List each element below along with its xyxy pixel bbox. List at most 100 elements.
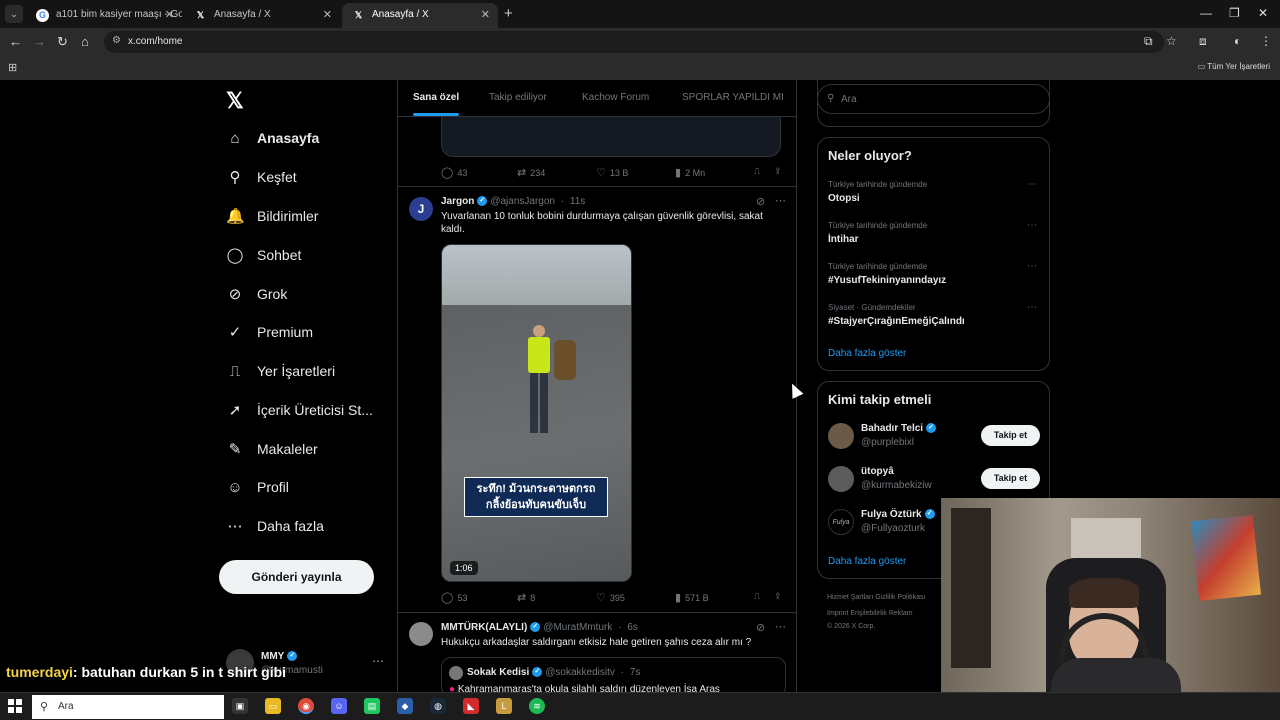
quoted-tweet[interactable]: Sokak Kedisi ✓ @sokakkedisitv · 7s ● Kahra… xyxy=(441,657,786,692)
apps-grid-icon[interactable]: ⊞ xyxy=(8,61,17,74)
tweet-media[interactable] xyxy=(441,117,781,157)
wtf-name[interactable]: Fulya Öztürk ✓ xyxy=(861,509,935,520)
vpn-icon[interactable]: ◆ xyxy=(397,698,413,714)
tab-search-button[interactable]: ⌄ xyxy=(5,5,23,23)
trend-item[interactable]: #YusufTekininyanındayız xyxy=(828,275,946,286)
minimize-icon[interactable]: — xyxy=(1200,6,1212,20)
file-explorer-icon[interactable]: ▭ xyxy=(265,698,281,714)
league-icon[interactable]: L xyxy=(496,698,512,714)
menu-icon[interactable]: ⋮ xyxy=(1260,34,1272,48)
profile-avatar-icon[interactable]: ◐ xyxy=(1234,34,1241,48)
close-tab-icon[interactable]: ✕ xyxy=(481,8,490,21)
task-view-icon[interactable]: ▣ xyxy=(232,698,248,714)
close-window-icon[interactable]: ✕ xyxy=(1258,6,1268,20)
tweet-video[interactable]: ระทึก! ม้วนกระดาษตกรถ กลิ้งย้อนทับคนขับเ… xyxy=(441,244,632,582)
more-dots-icon[interactable]: ⋯ xyxy=(1027,179,1037,190)
share-icon[interactable]: ⇪ xyxy=(774,591,782,602)
site-info-icon[interactable]: ⚙ xyxy=(112,35,121,46)
search-input[interactable]: ⚲ Ara xyxy=(817,84,1050,114)
nav-item-grok[interactable]: ⊘ Grok xyxy=(226,280,288,308)
avatar[interactable] xyxy=(828,466,854,492)
nav-item-more[interactable]: ⋯ Daha fazla xyxy=(226,512,324,540)
post-button[interactable]: Gönderi yayınla xyxy=(219,560,374,594)
address-bar[interactable]: ⚙ x.com/home xyxy=(104,31,1164,53)
nav-item-creator-studio[interactable]: ➚ İçerik Üreticisi St... xyxy=(226,396,373,424)
tab-kachow-forum[interactable]: Kachow Forum xyxy=(582,92,649,103)
nav-item-profile[interactable]: ☺ Profil xyxy=(226,473,289,501)
footer-links[interactable]: Imprint Erişilebilirlik Reklam xyxy=(827,610,913,617)
like-button[interactable]: ♡ 13 B xyxy=(596,166,628,179)
nav-item-explore[interactable]: ⚲ Keşfet xyxy=(226,163,297,191)
tab-following[interactable]: Takip ediliyor xyxy=(489,92,547,103)
retweet-icon: ⇄ xyxy=(517,167,527,179)
avatar[interactable] xyxy=(828,423,854,449)
follow-button[interactable]: Takip et xyxy=(981,468,1040,489)
more-dots-icon[interactable]: ⋯ xyxy=(775,620,786,633)
avatar[interactable]: Fulya xyxy=(828,509,854,535)
more-dots-icon[interactable]: ⋯ xyxy=(775,194,786,207)
tweet-author[interactable]: Jargon ✓ @ajansJargon · 11s xyxy=(441,196,585,207)
all-bookmarks-button[interactable]: ▭ Tüm Yer İşaretleri xyxy=(1198,62,1270,71)
bookmark-star-icon[interactable]: ☆ xyxy=(1166,34,1177,48)
retweet-button[interactable]: ⇄ 234 xyxy=(517,166,545,179)
bookmark-tweet-icon[interactable]: ⎍ xyxy=(754,166,760,177)
like-button[interactable]: ♡ 395 xyxy=(596,591,625,604)
grok-explain-icon[interactable]: ⊘ xyxy=(756,621,765,634)
close-tab-icon[interactable]: ✕ xyxy=(165,8,174,21)
nav-item-premium[interactable]: ✓ Premium xyxy=(226,318,313,346)
spotify-icon[interactable]: ≋ xyxy=(529,698,545,714)
more-dots-icon[interactable]: ⋯ xyxy=(372,654,384,668)
discord-icon[interactable]: ☺ xyxy=(331,698,347,714)
tab-sporlar[interactable]: SPORLAR YAPILDI MI xyxy=(682,92,784,103)
forward-icon[interactable]: → xyxy=(33,34,46,49)
more-dots-icon[interactable]: ⋯ xyxy=(1027,261,1037,272)
nav-item-articles[interactable]: ✎ Makaleler xyxy=(226,435,318,463)
trend-item[interactable]: #StajyerÇırağınEmeğiÇalındı xyxy=(828,316,965,327)
new-tab-icon[interactable]: + xyxy=(504,5,513,22)
trend-item[interactable]: Otopsi xyxy=(828,193,860,204)
grok-icon: ⊘ xyxy=(228,286,242,303)
x-logo-icon[interactable]: 𝕏 xyxy=(226,88,244,114)
trend-item[interactable]: İntihar xyxy=(828,234,859,245)
browser-tab-google[interactable]: G a101 bim kasiyer maaşı - Google ✕ xyxy=(26,3,182,28)
tab-for-you[interactable]: Sana özel xyxy=(413,92,459,103)
footer-links[interactable]: Hizmet Şartları Gizlilik Politikası xyxy=(827,594,925,601)
steam-icon[interactable]: ◍ xyxy=(430,698,446,714)
riot-client-icon[interactable]: ◣ xyxy=(463,698,479,714)
bookmark-tweet-icon[interactable]: ⎍ xyxy=(754,591,760,602)
show-more-link[interactable]: Daha fazla göster xyxy=(828,556,906,567)
follow-button[interactable]: Takip et xyxy=(981,425,1040,446)
grok-explain-icon[interactable]: ⊘ xyxy=(756,195,765,208)
back-icon[interactable]: ← xyxy=(9,34,22,49)
show-more-link[interactable]: Daha fazla göster xyxy=(828,348,906,359)
wtf-name[interactable]: ütopyâ xyxy=(861,466,894,477)
wtf-name[interactable]: Bahadır Telci ✓ xyxy=(861,423,937,434)
nav-item-home[interactable]: ⌂ Anasayfa xyxy=(226,124,319,152)
restore-icon[interactable]: ❐ xyxy=(1229,6,1240,20)
close-tab-icon[interactable]: ✕ xyxy=(323,8,332,21)
extensions-icon[interactable]: ⧈ xyxy=(1199,34,1207,49)
views-button[interactable]: ▮ 2 Mn xyxy=(675,166,705,179)
taskbar-search-input[interactable]: ⚲ Ara xyxy=(32,695,224,719)
chrome-icon[interactable]: ◉ xyxy=(298,698,314,714)
views-button[interactable]: ▮ 571 B xyxy=(675,591,709,604)
install-app-icon[interactable]: ⧉ xyxy=(1144,34,1153,49)
reply-button[interactable]: ◯ 53 xyxy=(441,591,467,604)
avatar[interactable] xyxy=(409,622,433,646)
more-dots-icon[interactable]: ⋯ xyxy=(1027,302,1037,313)
xbox-app-icon[interactable]: ▤ xyxy=(364,698,380,714)
avatar[interactable]: J xyxy=(409,197,433,221)
nav-item-notifications[interactable]: 🔔 Bildirimler xyxy=(226,202,318,230)
retweet-button[interactable]: ⇄ 8 xyxy=(517,591,535,604)
nav-item-bookmarks[interactable]: ⎍ Yer İşaretleri xyxy=(226,357,335,385)
reply-button[interactable]: ◯ 43 xyxy=(441,166,467,179)
reload-icon[interactable]: ↻ xyxy=(57,34,68,50)
browser-tab-x-1[interactable]: 𝕏 Anasayfa / X ✕ xyxy=(184,3,340,28)
home-button-icon[interactable]: ⌂ xyxy=(81,34,89,49)
more-dots-icon[interactable]: ⋯ xyxy=(1027,220,1037,231)
tweet-author[interactable]: MMTÜRK(ALAYLI) ✓ @MuratMmturk · 6s xyxy=(441,622,638,633)
windows-start-icon[interactable] xyxy=(8,699,22,713)
share-icon[interactable]: ⇪ xyxy=(774,166,782,177)
nav-item-chat[interactable]: ◯ Sohbet xyxy=(226,241,302,269)
browser-tab-x-2[interactable]: 𝕏 Anasayfa / X ✕ xyxy=(342,3,498,28)
